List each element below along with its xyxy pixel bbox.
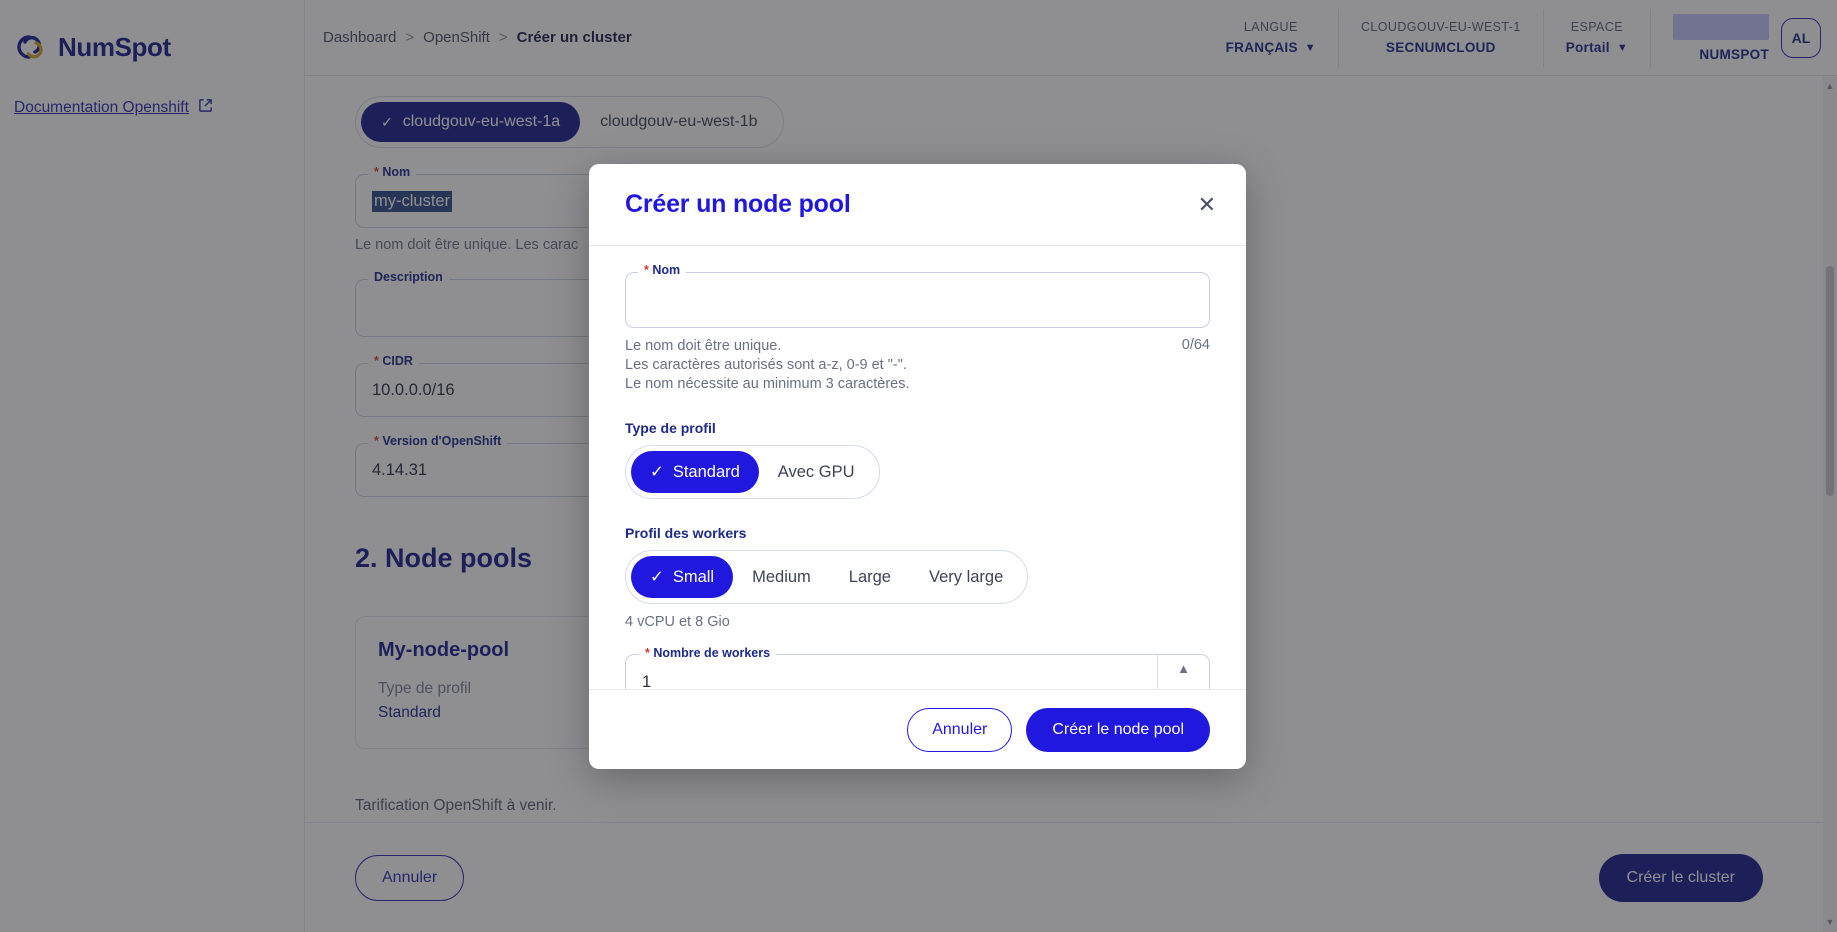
worker-profile-large-label: Large bbox=[848, 567, 891, 586]
profile-type-standard-label: Standard bbox=[672, 462, 740, 481]
create-node-pool-modal: Créer un node pool ✕ * Nom Le nom doit ê… bbox=[589, 164, 1246, 769]
chevron-down-icon[interactable]: ▼ bbox=[1158, 682, 1209, 689]
worker-profile-label: Profil des workers bbox=[625, 525, 747, 542]
profile-type-option-gpu[interactable]: Avec GPU bbox=[759, 452, 874, 493]
worker-count-legend-text: Nombre de workers bbox=[653, 646, 771, 661]
worker-count-field[interactable]: * Nombre de workers 1 ▲ ▼ bbox=[625, 646, 1210, 689]
worker-count-legend: * Nombre de workers bbox=[639, 646, 777, 661]
close-icon[interactable]: ✕ bbox=[1198, 193, 1216, 216]
profile-type-label: Type de profil bbox=[625, 420, 716, 437]
worker-profile-segmented-control[interactable]: ✓ Small Medium Large Very large bbox=[625, 550, 1029, 605]
worker-profile-option-large[interactable]: Large bbox=[830, 557, 910, 598]
modal-body: * Nom Le nom doit être unique. Les carac… bbox=[589, 246, 1246, 689]
worker-profile-medium-label: Medium bbox=[752, 567, 811, 586]
check-icon: ✓ bbox=[650, 463, 664, 482]
node-pool-name-helper-row: Le nom doit être unique. Les caractères … bbox=[625, 337, 1210, 394]
node-pool-name-legend: * Nom bbox=[638, 263, 687, 277]
worker-count-value: 1 bbox=[642, 672, 652, 689]
worker-profile-option-medium[interactable]: Medium bbox=[733, 557, 830, 598]
helper-line-1: Le nom doit être unique. bbox=[625, 338, 782, 354]
modal-title: Créer un node pool bbox=[625, 190, 851, 218]
modal-header: Créer un node pool ✕ bbox=[589, 164, 1246, 246]
worker-profile-very-large-label: Very large bbox=[928, 567, 1004, 586]
create-node-pool-button[interactable]: Créer le node pool bbox=[1026, 707, 1210, 752]
required-asterisk: * bbox=[644, 263, 649, 277]
worker-profile-option-very-large[interactable]: Very large bbox=[910, 557, 1022, 598]
character-counter: 0/64 bbox=[1181, 337, 1210, 353]
node-pool-name-legend-text: Nom bbox=[652, 263, 681, 277]
cancel-node-pool-button[interactable]: Annuler bbox=[907, 707, 1013, 752]
node-pool-name-helper: Le nom doit être unique. Les caractères … bbox=[625, 337, 910, 394]
profile-type-option-standard[interactable]: ✓ Standard bbox=[631, 451, 759, 494]
required-asterisk: * bbox=[645, 646, 650, 661]
worker-profile-specs: 4 vCPU et 8 Gio bbox=[625, 614, 730, 631]
chevron-up-icon[interactable]: ▲ bbox=[1158, 655, 1209, 682]
worker-profile-small-label: Small bbox=[672, 567, 715, 586]
helper-line-3: Le nom nécessite au minimum 3 caractères… bbox=[625, 376, 910, 393]
profile-type-segmented-control[interactable]: ✓ Standard Avec GPU bbox=[625, 445, 880, 500]
check-icon: ✓ bbox=[650, 568, 664, 587]
worker-profile-option-small[interactable]: ✓ Small bbox=[631, 556, 734, 599]
modal-footer: Annuler Créer le node pool bbox=[589, 689, 1246, 769]
profile-type-gpu-label: Avec GPU bbox=[777, 462, 855, 481]
helper-line-2: Les caractères autorisés sont a-z, 0-9 e… bbox=[625, 357, 907, 374]
node-pool-name-input[interactable] bbox=[625, 272, 1210, 328]
worker-count-stepper: ▲ ▼ bbox=[1157, 655, 1209, 689]
node-pool-name-field[interactable]: * Nom bbox=[625, 263, 1210, 328]
worker-count-input[interactable]: 1 bbox=[626, 655, 1157, 689]
